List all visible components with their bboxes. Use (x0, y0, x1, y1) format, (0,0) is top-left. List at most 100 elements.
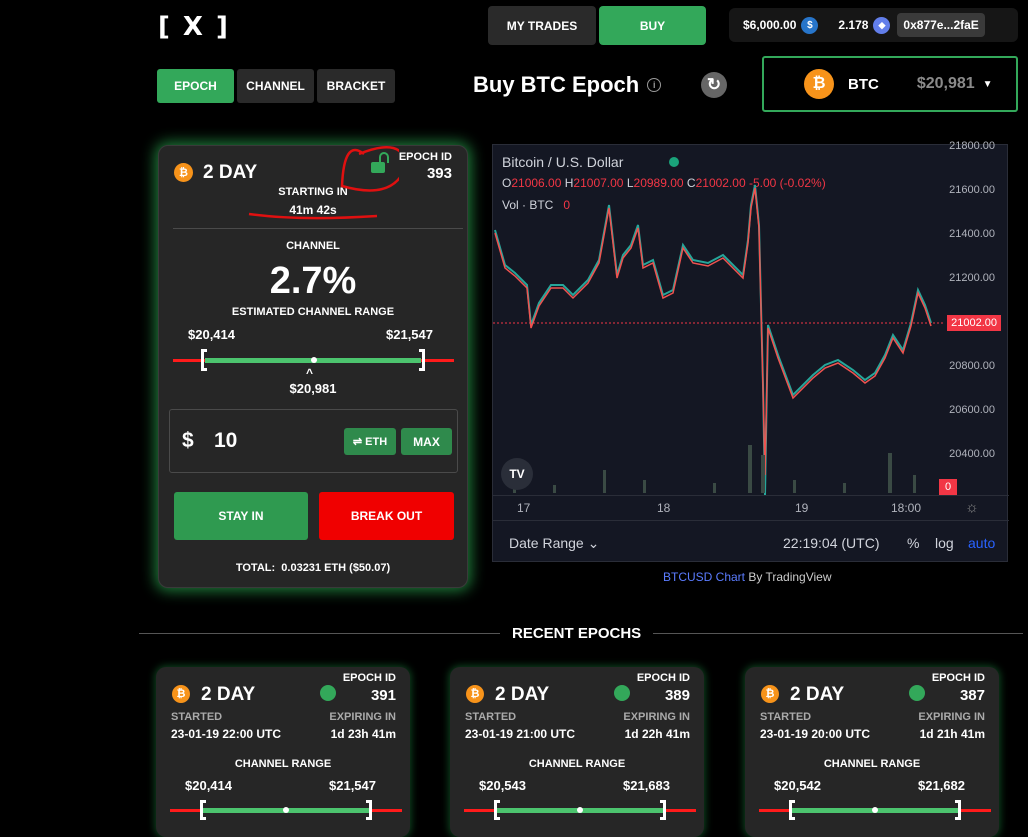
page-title: Buy BTC Epoch (473, 72, 640, 97)
stay-in-button[interactable]: STAY IN (174, 492, 308, 540)
usdc-balance: $6,000.00 (743, 18, 797, 32)
range-label: ESTIMATED CHANNEL RANGE (231, 306, 395, 318)
wallet-bar: $6,000.00 $ 2.178 ◆ 0x877e...2faE (729, 8, 1018, 42)
refresh-icon[interactable]: ↻ (701, 72, 727, 98)
tab-channel[interactable]: CHANNEL (237, 69, 314, 103)
recent-epoch-card[interactable]: ₿ 2 DAY EPOCH ID 391 STARTED 23-01-19 22… (156, 667, 410, 837)
epoch-id-label: EPOCH ID (398, 151, 452, 163)
x-tick: 17 (517, 501, 531, 515)
x-tick: 18:00 (891, 501, 922, 515)
expiring-time: 1d 21h 41m (919, 727, 985, 741)
x-axis-line (493, 495, 1009, 496)
current-price-marker (283, 807, 289, 813)
epoch-duration: 2 DAY (790, 684, 845, 705)
btc-icon: ₿ (804, 69, 834, 99)
log-toggle[interactable]: log (935, 535, 954, 551)
auto-toggle[interactable]: auto (968, 535, 995, 551)
recent-epoch-card[interactable]: ₿ 2 DAY EPOCH ID 389 STARTED 23-01-19 21… (450, 667, 704, 837)
range-label: CHANNEL RANGE (823, 758, 921, 770)
stopwatch-icon (909, 685, 925, 701)
volume-tag: 0 (939, 479, 958, 495)
price-chart[interactable]: Bitcoin / U.S. Dollar O21006.00 H21007.0… (492, 140, 1009, 562)
price-tag: 21002.00 (947, 315, 1001, 331)
epoch-card: ₿ 2 DAY EPOCH ID 393 STARTING IN 41m 42s… (158, 145, 468, 588)
y-tick: 20600.00 (949, 404, 995, 416)
expiring-label: EXPIRING IN (329, 711, 396, 723)
range-label: CHANNEL RANGE (528, 758, 626, 770)
range-bracket-left (494, 800, 500, 820)
epoch-duration: 2 DAY (201, 684, 256, 705)
total-value: 0.03231 ETH ($50.07) (281, 562, 391, 574)
range-low: $20,542 (774, 778, 821, 793)
range-bracket-left (201, 349, 207, 371)
range-bracket-right (366, 800, 372, 820)
info-icon[interactable]: i (647, 78, 662, 92)
currency-prefix: $ (182, 429, 194, 452)
range-high: $21,547 (329, 778, 376, 793)
total-label: TOTAL: (235, 562, 276, 574)
current-price-marker (311, 357, 317, 363)
epoch-id: 389 (664, 687, 690, 704)
asset-symbol: BTC (848, 75, 879, 93)
buy-button[interactable]: BUY (599, 6, 706, 45)
recent-epochs-title: RECENT EPOCHS (500, 625, 654, 642)
started-label: STARTED (760, 711, 812, 723)
wallet-address[interactable]: 0x877e...2faE (897, 13, 985, 37)
tradingview-logo-icon[interactable]: TV (501, 458, 533, 490)
amount-input[interactable]: 10 (214, 429, 237, 453)
range-bracket-right (660, 800, 666, 820)
chevron-down-icon: ▼ (982, 78, 993, 90)
current-price-marker (872, 807, 878, 813)
red-annotation (248, 146, 399, 220)
x-tick: 19 (795, 501, 809, 515)
btc-icon: ₿ (172, 685, 190, 703)
started-time: 23-01-19 21:00 UTC (465, 727, 576, 741)
range-high: $21,683 (623, 778, 670, 793)
epoch-id: 391 (370, 687, 396, 704)
current-price-marker (577, 807, 583, 813)
amount-input-box[interactable]: $ 10 ⇌ ETH MAX (169, 409, 458, 473)
tab-bracket[interactable]: BRACKET (317, 69, 395, 103)
btc-icon: ₿ (174, 163, 193, 182)
epoch-duration: 2 DAY (495, 684, 550, 705)
recent-epoch-card[interactable]: ₿ 2 DAY EPOCH ID 387 STARTED 23-01-19 20… (745, 667, 999, 837)
asset-selector[interactable]: ₿ BTC $20,981 ▼ (762, 56, 1018, 112)
percent-toggle[interactable]: % (907, 535, 919, 551)
started-label: STARTED (465, 711, 517, 723)
epoch-id: 393 (426, 165, 452, 182)
x-tick: 18 (657, 501, 671, 515)
my-trades-button[interactable]: MY TRADES (488, 6, 596, 45)
max-button[interactable]: MAX (401, 428, 452, 455)
chart-attribution: BTCUSD Chart By TradingView (663, 570, 832, 584)
btc-icon: ₿ (466, 685, 484, 703)
stopwatch-icon (320, 685, 336, 701)
y-tick: 21400.00 (949, 228, 995, 240)
eth-toggle-button[interactable]: ⇌ ETH (344, 428, 396, 455)
page-title-row: Buy BTC Epoch i (473, 72, 662, 98)
y-tick: 20800.00 (949, 360, 995, 372)
epoch-id-label: EPOCH ID (636, 672, 690, 684)
tab-epoch[interactable]: EPOCH (157, 69, 234, 103)
break-out-button[interactable]: BREAK OUT (319, 492, 454, 540)
eth-balance: 2.178 (838, 18, 869, 32)
epoch-id-label: EPOCH ID (342, 672, 396, 684)
date-range-dropdown[interactable]: Date Range ⌄ (509, 535, 599, 552)
app-logo[interactable]: [ X ] (158, 12, 230, 42)
expiring-label: EXPIRING IN (918, 711, 985, 723)
epoch-id: 387 (959, 687, 985, 704)
y-tick: 21800.00 (949, 140, 995, 152)
divider (173, 228, 463, 229)
range-bracket-left (200, 800, 206, 820)
attribution-link[interactable]: BTCUSD Chart (663, 570, 745, 584)
candles-area (493, 184, 943, 495)
total-row: TOTAL: 0.03231 ETH ($50.07) (159, 562, 467, 574)
settings-gear-icon[interactable]: ☼ (965, 499, 979, 516)
channel-percent: 2.7% (269, 260, 357, 302)
range-bracket-right (419, 349, 425, 371)
toolbar-divider (493, 520, 1009, 521)
started-time: 23-01-19 22:00 UTC (171, 727, 282, 741)
expiring-time: 1d 23h 41m (330, 727, 396, 741)
range-high: $21,682 (918, 778, 965, 793)
caret-up-icon: ^ (306, 366, 314, 380)
y-tick: 21600.00 (949, 184, 995, 196)
